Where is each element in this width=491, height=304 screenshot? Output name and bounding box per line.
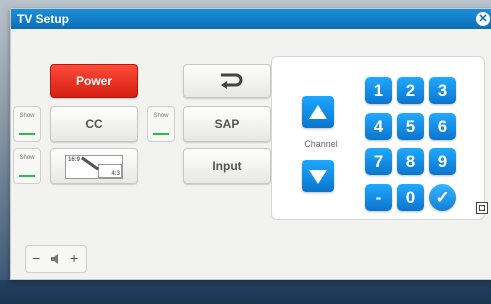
channel-up-button[interactable]: [302, 96, 334, 128]
key-8[interactable]: 8: [397, 148, 424, 175]
power-button[interactable]: Power: [50, 64, 138, 98]
cc-button-label: CC: [85, 117, 103, 131]
title-bar: TV Setup ✕: [11, 9, 491, 29]
input-button-label: Input: [212, 159, 242, 173]
triangle-up-icon: [309, 105, 327, 119]
aspect-to-label: 4:3: [111, 171, 120, 177]
sap-button-label: SAP: [214, 117, 240, 131]
key-0[interactable]: 0: [397, 184, 424, 211]
key-7[interactable]: 7: [365, 148, 392, 175]
key-dash[interactable]: -: [365, 184, 392, 211]
input-button[interactable]: Input: [183, 148, 271, 184]
aspect-ratio-button[interactable]: 16:9 4:3: [50, 148, 138, 184]
show-indicator: [19, 175, 35, 177]
sap-button[interactable]: SAP: [183, 106, 271, 142]
show-indicator: [19, 133, 35, 135]
close-button[interactable]: ✕: [476, 12, 490, 26]
triangle-down-icon: [309, 170, 327, 184]
channel-label: Channel: [304, 139, 338, 149]
volume-control: − +: [25, 245, 87, 273]
background-bottom: [0, 280, 491, 304]
enter-check-button[interactable]: ✓: [429, 184, 456, 211]
aspect-show-toggle[interactable]: Show: [13, 148, 41, 184]
key-1[interactable]: 1: [365, 77, 392, 104]
cc-button[interactable]: CC: [50, 106, 138, 142]
channel-down-button[interactable]: [302, 160, 334, 192]
volume-up-button[interactable]: +: [70, 250, 78, 266]
return-arrow-icon: [221, 73, 243, 89]
key-6[interactable]: 6: [429, 113, 456, 140]
check-icon: ✓: [435, 188, 450, 207]
window-title: TV Setup: [17, 12, 70, 26]
fullscreen-icon[interactable]: [476, 202, 488, 214]
back-button[interactable]: [183, 64, 271, 98]
key-4[interactable]: 4: [365, 113, 392, 140]
key-3[interactable]: 3: [429, 77, 456, 104]
show-label: Show: [19, 113, 35, 119]
aspect-ratio-icon: 16:9 4:3: [65, 155, 123, 179]
power-button-label: Power: [75, 74, 112, 88]
speaker-icon: [51, 254, 58, 264]
key-2[interactable]: 2: [397, 77, 424, 104]
sap-show-toggle[interactable]: Show: [147, 106, 175, 142]
aspect-from-label: 16:9: [68, 157, 81, 163]
key-9[interactable]: 9: [429, 148, 456, 175]
show-indicator: [153, 133, 169, 135]
show-label: Show: [19, 155, 35, 161]
show-label: Show: [153, 113, 169, 119]
arrow-icon: [80, 156, 100, 171]
cc-show-toggle[interactable]: Show: [13, 106, 41, 142]
volume-down-button[interactable]: −: [32, 250, 40, 266]
key-5[interactable]: 5: [397, 113, 424, 140]
